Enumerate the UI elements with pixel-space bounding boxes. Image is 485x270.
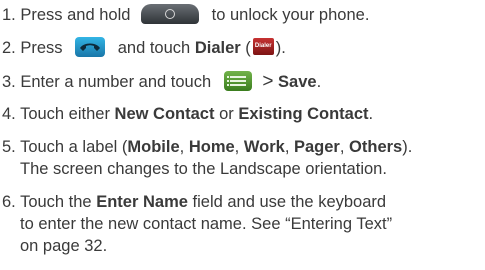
paren: ). xyxy=(275,39,286,57)
arrow-symbol: > xyxy=(262,71,274,92)
step-1: 1. Press and hold to unlock your phone. xyxy=(2,3,370,26)
phone-call-icon xyxy=(75,36,106,57)
step-text: Press and hold xyxy=(20,6,131,24)
label-pager: Pager xyxy=(294,138,340,156)
step-5: 5. Touch a label (Mobile, Home, Work, Pa… xyxy=(2,137,412,158)
step-6-line-3: on page 32. xyxy=(20,237,108,255)
step-text: . xyxy=(316,73,322,91)
step-number: 3. xyxy=(2,73,16,91)
step-text: Touch the xyxy=(20,193,92,211)
step-text: Press xyxy=(20,39,63,57)
step-text: Touch either xyxy=(20,105,110,123)
sep: , xyxy=(179,138,185,156)
step-number: 2. xyxy=(2,39,16,57)
step-number: 6. xyxy=(2,193,16,211)
step-number: 4. xyxy=(2,105,16,123)
step-text: . xyxy=(368,105,374,123)
save-label: Save xyxy=(278,73,317,91)
step-number: 1. xyxy=(2,6,16,24)
menu-icon xyxy=(223,70,252,91)
existing-contact-label: Existing Contact xyxy=(238,105,369,123)
step-text: and touch xyxy=(117,39,191,57)
label-work: Work xyxy=(243,138,285,156)
unlock-button-icon xyxy=(141,3,200,24)
sep: , xyxy=(234,138,240,156)
step-text: Enter a number and touch xyxy=(20,73,212,91)
step-6-line-2: to enter the new contact name. See “Ente… xyxy=(20,215,393,233)
dialer-label: Dialer xyxy=(194,39,241,57)
step-text: or xyxy=(219,105,234,123)
new-contact-label: New Contact xyxy=(114,105,215,123)
step-3: 3. Enter a number and touch > Save. xyxy=(2,70,322,93)
paren: ( xyxy=(245,39,251,57)
step-text: Touch a label ( xyxy=(20,138,128,156)
label-others: Others xyxy=(349,138,403,156)
step-2: 2. Press and touch Dialer (Dialer). xyxy=(2,36,286,59)
enter-name-label: Enter Name xyxy=(96,193,188,211)
step-5-line-2: The screen changes to the Landscape orie… xyxy=(20,160,387,178)
step-6: 6. Touch the Enter Name field and use th… xyxy=(2,192,386,213)
label-mobile: Mobile xyxy=(127,138,180,156)
label-home: Home xyxy=(188,138,235,156)
dialer-app-icon: Dialer xyxy=(252,38,274,56)
step-4: 4. Touch either New Contact or Existing … xyxy=(2,104,373,125)
sep: , xyxy=(339,138,345,156)
step-text: field and use the keyboard xyxy=(192,193,387,211)
sep: , xyxy=(284,138,290,156)
step-text: to unlock your phone. xyxy=(211,6,370,24)
step-number: 5. xyxy=(2,138,16,156)
step-text: ). xyxy=(402,138,413,156)
